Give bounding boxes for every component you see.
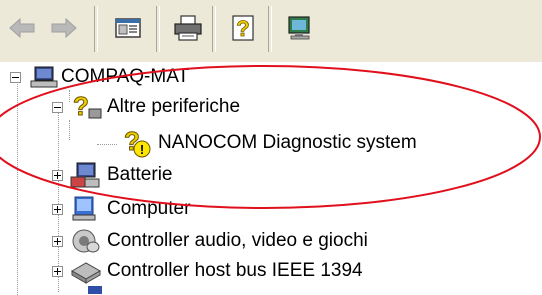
back-button[interactable] xyxy=(4,10,40,46)
toolbar-separator xyxy=(156,6,160,52)
back-arrow-icon xyxy=(9,17,35,39)
print-button[interactable] xyxy=(170,10,206,46)
ieee1394-icon xyxy=(70,262,102,284)
toolbar-separator xyxy=(94,6,98,52)
toolbar: ? xyxy=(0,0,542,63)
tree-node-controller-audio[interactable]: Controller audio, video e giochi xyxy=(52,226,368,256)
audio-icon xyxy=(72,229,100,253)
properties-button[interactable] xyxy=(110,10,146,46)
forward-arrow-icon xyxy=(51,17,77,39)
properties-icon xyxy=(115,18,141,38)
tree-node-label: Controller host bus IEEE 1394 xyxy=(107,260,363,281)
annotation-ellipse xyxy=(0,65,541,209)
toolbar-separator xyxy=(268,6,272,52)
tree-node-label: Controller audio, video e giochi xyxy=(107,230,368,251)
help-button[interactable]: ? xyxy=(226,10,262,46)
expand-toggle[interactable] xyxy=(52,235,63,247)
tree-node-ieee1394[interactable]: Controller host bus IEEE 1394 xyxy=(52,256,363,286)
toolbar-separator xyxy=(212,6,216,52)
scan-hardware-button[interactable] xyxy=(282,10,318,46)
printer-icon xyxy=(174,15,202,41)
forward-button[interactable] xyxy=(46,10,82,46)
expand-toggle[interactable] xyxy=(52,265,63,277)
scan-hardware-icon xyxy=(288,16,310,40)
svg-text:?: ? xyxy=(236,16,249,41)
help-icon: ? xyxy=(232,15,254,41)
